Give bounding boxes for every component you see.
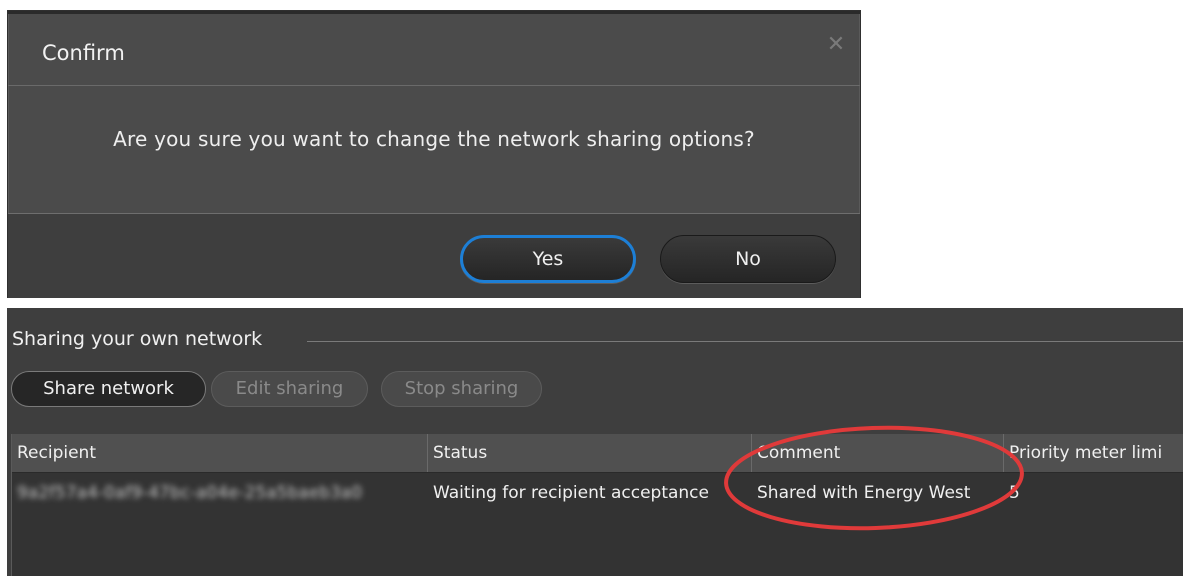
edit-sharing-button[interactable]: Edit sharing: [211, 371, 368, 407]
priority-cell: 5: [1009, 483, 1020, 503]
dialog-title: Confirm: [42, 41, 125, 65]
no-button[interactable]: No: [660, 235, 836, 283]
status-cell: Waiting for recipient acceptance: [433, 483, 709, 503]
dialog-footer: Yes No: [8, 213, 860, 298]
stop-sharing-button[interactable]: Stop sharing: [381, 371, 542, 407]
divider: [8, 85, 860, 86]
panel-header: Sharing your own network: [12, 328, 269, 350]
column-header-comment[interactable]: Comment: [752, 434, 1004, 472]
column-header-priority[interactable]: Priority meter limi: [1004, 434, 1183, 472]
sharing-panel: Sharing your own network Share network E…: [7, 308, 1183, 576]
column-header-recipient[interactable]: Recipient: [12, 434, 428, 472]
table-row[interactable]: 9a2f57a4-0af9-47bc-a04e-25a5baeb3a0 Wait…: [12, 474, 1183, 512]
dialog-message: Are you sure you want to change the netw…: [113, 127, 755, 151]
sharing-table: Recipient Status Comment Priority meter …: [11, 434, 1183, 576]
comment-cell: Shared with Energy West: [757, 483, 971, 503]
header-line: [307, 341, 1183, 342]
recipient-cell: 9a2f57a4-0af9-47bc-a04e-25a5baeb3a0: [17, 483, 363, 503]
column-header-status[interactable]: Status: [428, 434, 752, 472]
table-header: Recipient Status Comment Priority meter …: [12, 434, 1183, 473]
dialog-top-strip: [8, 11, 860, 14]
yes-button[interactable]: Yes: [460, 235, 636, 283]
confirm-dialog: Confirm ✕ Are you sure you want to chang…: [7, 10, 861, 298]
close-icon[interactable]: ✕: [824, 33, 848, 57]
share-network-button[interactable]: Share network: [11, 371, 206, 407]
